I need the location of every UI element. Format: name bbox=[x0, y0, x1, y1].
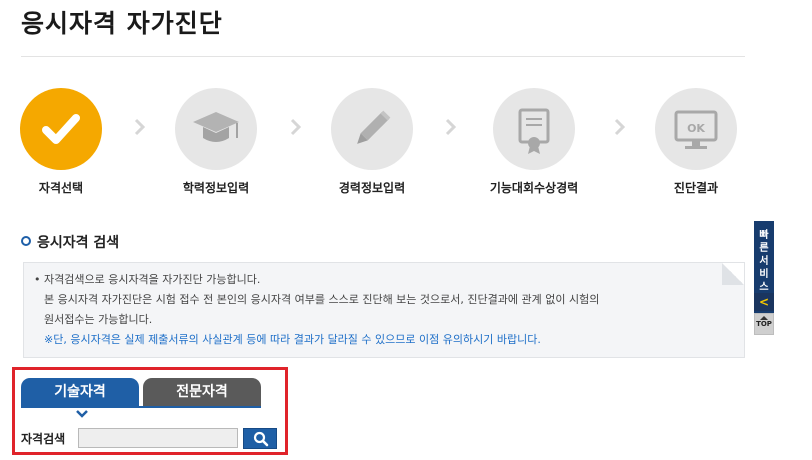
chevron-left-icon[interactable]: < bbox=[754, 293, 774, 311]
section-title-text: 응시자격 검색 bbox=[37, 235, 120, 251]
circle-bullet-icon bbox=[21, 236, 31, 246]
step-label: 경력정보입력 bbox=[338, 181, 406, 195]
monitor-ok-icon: OK bbox=[655, 88, 737, 170]
chevron-down-icon bbox=[76, 410, 88, 418]
step-education-info: 학력정보입력 bbox=[151, 88, 281, 196]
qualification-search-input[interactable] bbox=[78, 428, 238, 448]
step-select-qualification: 자격선택 bbox=[0, 88, 126, 196]
step-label: 기능대회수상경력 bbox=[489, 181, 579, 195]
step-label: 자격선택 bbox=[38, 181, 84, 195]
notice-box: • 자격검색으로 응시자격을 자가진단 가능합니다. 본 응시자격 자가진단은 … bbox=[23, 262, 745, 358]
check-icon bbox=[20, 88, 102, 170]
search-icon bbox=[253, 431, 269, 447]
quick-service-panel[interactable]: 빠른서비스 < bbox=[754, 221, 774, 313]
chevron-right-icon bbox=[290, 118, 302, 136]
step-label: 진단결과 bbox=[673, 181, 719, 195]
step-competition-awards: 기능대회수상경력 bbox=[469, 88, 599, 196]
chevron-right-icon bbox=[445, 118, 457, 136]
notice-line: 본 응시자격 자가진단은 시험 접수 전 본인의 응시자격 여부를 스스로 진단… bbox=[44, 293, 600, 306]
title-divider bbox=[21, 56, 745, 57]
page-fold-icon bbox=[722, 263, 744, 285]
step-career-info: 경력정보입력 bbox=[307, 88, 437, 196]
certificate-icon bbox=[493, 88, 575, 170]
page-title: 응시자격 자가진단 bbox=[21, 9, 223, 38]
chevron-right-icon bbox=[614, 118, 626, 136]
tab-technical-qualification[interactable]: 기술자격 bbox=[21, 378, 139, 406]
monitor-ok-text: OK bbox=[687, 122, 705, 135]
quick-service-label: 빠른서비스 bbox=[759, 230, 769, 293]
notice-warning: ※단, 응시자격은 실제 제출서류의 사실관계 등에 따라 결과가 달라질 수 … bbox=[44, 333, 541, 346]
step-diagnosis-result: OK 진단결과 bbox=[631, 88, 761, 196]
tab-professional-qualification[interactable]: 전문자격 bbox=[143, 378, 261, 406]
scroll-top-button[interactable]: TOP bbox=[754, 313, 774, 335]
top-label: TOP bbox=[756, 320, 772, 328]
section-title: 응시자격 검색 bbox=[21, 232, 119, 252]
chevron-right-icon bbox=[134, 118, 146, 136]
tab-underline bbox=[21, 406, 261, 408]
pencil-icon bbox=[331, 88, 413, 170]
notice-line: 원서접수는 가능합니다. bbox=[44, 313, 153, 326]
step-label: 학력정보입력 bbox=[182, 181, 250, 195]
notice-line: • 자격검색으로 응시자격을 자가진단 가능합니다. bbox=[34, 273, 261, 286]
search-button[interactable] bbox=[243, 428, 277, 449]
search-label: 자격검색 bbox=[21, 432, 66, 446]
graduation-cap-icon bbox=[175, 88, 257, 170]
